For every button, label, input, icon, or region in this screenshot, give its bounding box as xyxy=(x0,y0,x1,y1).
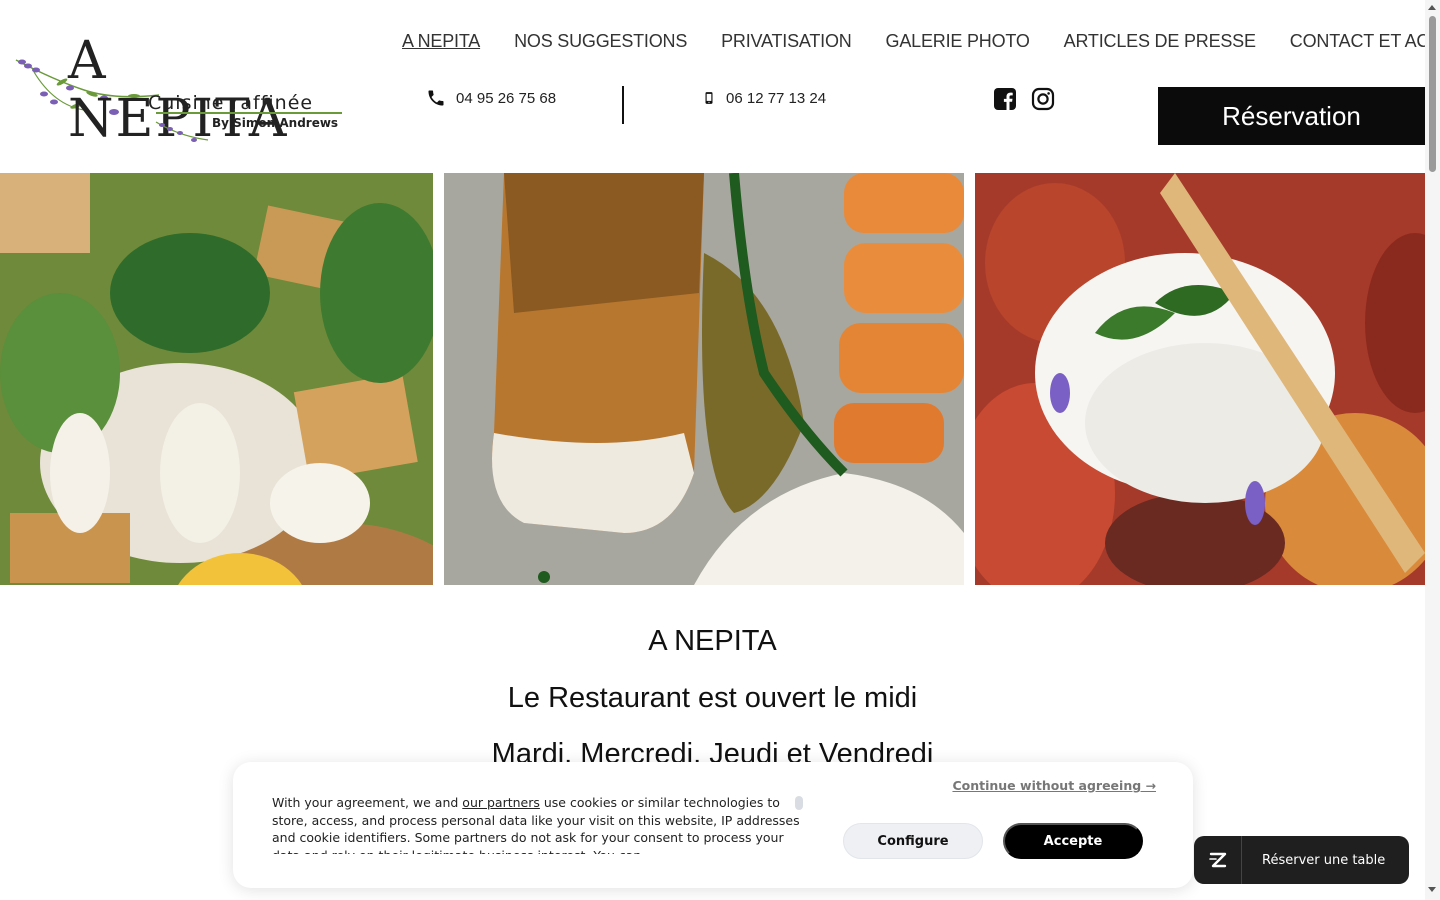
reserve-table-label: Réserver une table xyxy=(1262,852,1386,868)
cookie-text-scrollbar[interactable] xyxy=(795,796,803,810)
nav-item-privatisation[interactable]: PRIVATISATION xyxy=(721,31,852,52)
nav-item-articles-de-presse[interactable]: ARTICLES DE PRESSE xyxy=(1064,31,1256,52)
intro-heading: A NEPITA xyxy=(648,625,777,657)
page-scrollbar[interactable] xyxy=(1425,0,1440,900)
main-nav: A NEPITA NOS SUGGESTIONS PRIVATISATION G… xyxy=(402,31,1440,52)
scroll-up-arrow-icon[interactable] xyxy=(1428,5,1436,10)
scroll-down-arrow-icon[interactable] xyxy=(1428,887,1436,892)
landline-number: 04 95 26 75 68 xyxy=(456,89,557,107)
reserve-table-widget[interactable]: Réserver une table xyxy=(1194,836,1409,884)
phone-icon xyxy=(428,90,444,106)
continue-without-agreeing-link[interactable]: Continue without agreeing → xyxy=(952,778,1156,793)
configure-button[interactable]: Configure xyxy=(843,823,983,859)
photo-strip xyxy=(0,173,1425,585)
cookie-partners-link[interactable]: our partners xyxy=(462,795,540,810)
site-header: A NEPITA Cuisine raffinée By Simon Andre… xyxy=(0,0,1440,172)
instagram-icon[interactable] xyxy=(1031,87,1055,111)
mobile-number: 06 12 77 13 24 xyxy=(726,89,827,107)
burrata-tomato-photo xyxy=(975,173,1425,585)
mobile-link[interactable]: 06 12 77 13 24 xyxy=(702,88,826,108)
nav-item-contact-et-acces[interactable]: CONTACT ET ACCÈS xyxy=(1290,31,1440,52)
nav-item-galerie-photo[interactable]: GALERIE PHOTO xyxy=(886,31,1030,52)
facebook-icon[interactable] xyxy=(993,87,1017,111)
cookie-consent-banner: With your agreement, we and our partners… xyxy=(233,762,1193,888)
landline-link[interactable]: 04 95 26 75 68 xyxy=(426,88,556,108)
cookie-text-intro: With your agreement, we and xyxy=(272,795,463,810)
cookie-text: With your agreement, we and our partners… xyxy=(272,794,802,854)
nav-item-a-nepita[interactable]: A NEPITA xyxy=(402,31,480,52)
scrollbar-thumb[interactable] xyxy=(1429,16,1436,172)
accept-button[interactable]: Accepte xyxy=(1003,823,1143,859)
nav-item-nos-suggestions[interactable]: NOS SUGGESTIONS xyxy=(514,31,687,52)
contact-divider xyxy=(622,86,624,124)
zenchef-logo-icon xyxy=(1194,836,1242,884)
reservation-button[interactable]: Réservation xyxy=(1158,87,1425,145)
social-links xyxy=(993,87,1055,111)
fish-pasta-photo xyxy=(444,173,964,585)
opening-line: Le Restaurant est ouvert le midi xyxy=(507,682,918,714)
mobile-phone-icon xyxy=(705,92,713,104)
salad-photo xyxy=(0,173,433,585)
